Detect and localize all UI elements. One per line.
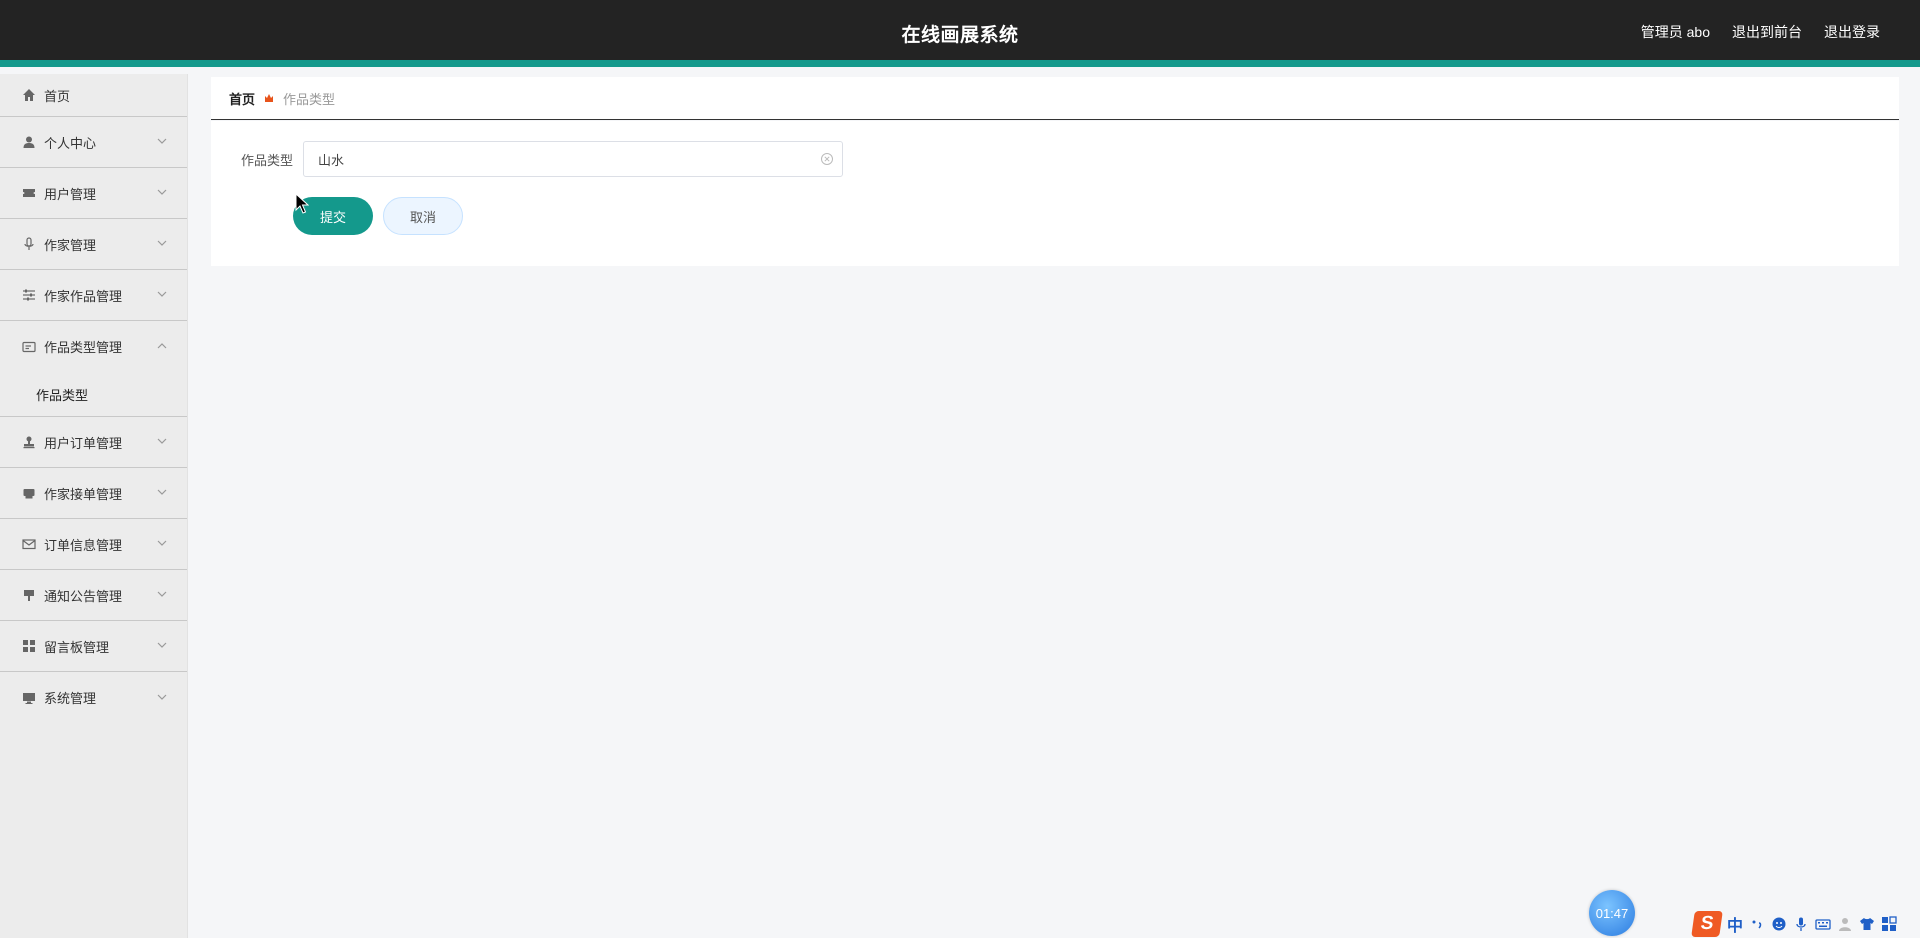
microphone-icon xyxy=(22,237,36,251)
sidebar-item-label: 作家接单管理 xyxy=(44,486,123,502)
header-links: 管理员 abo 退出到前台 退出登录 xyxy=(1641,22,1880,42)
sidebar-item-label: 首页 xyxy=(44,88,71,104)
clear-icon[interactable] xyxy=(820,152,834,166)
top-header: 在线画展系统 管理员 abo 退出到前台 退出登录 xyxy=(0,0,1920,67)
user-icon[interactable] xyxy=(1837,916,1853,932)
ime-toolbar: S 中 xyxy=(1691,910,1920,938)
form-actions: 提交 取消 xyxy=(293,197,463,235)
chevron-down-icon xyxy=(157,642,167,648)
sidebar-item-notice-management[interactable]: 通知公告管理 xyxy=(0,570,187,621)
punctuation-icon[interactable] xyxy=(1749,916,1765,932)
chevron-down-icon xyxy=(157,489,167,495)
ticket-icon xyxy=(22,186,36,200)
card-icon xyxy=(22,340,36,354)
chevron-down-icon xyxy=(157,240,167,246)
chevron-down-icon xyxy=(157,189,167,195)
sidebar-item-message-board-management[interactable]: 留言板管理 xyxy=(0,621,187,672)
logout-link[interactable]: 退出登录 xyxy=(1824,22,1880,42)
stamp-icon xyxy=(22,435,36,449)
sidebar-item-user-management[interactable]: 用户管理 xyxy=(0,168,187,219)
sidebar-item-author-management[interactable]: 作家管理 xyxy=(0,219,187,270)
skin-shirt-icon[interactable] xyxy=(1859,916,1875,932)
ime-language-indicator[interactable]: 中 xyxy=(1727,912,1743,936)
sidebar-item-home[interactable]: 首页 xyxy=(0,74,187,117)
chevron-up-icon xyxy=(157,342,167,348)
sidebar-item-user-order-management[interactable]: 用户订单管理 xyxy=(0,417,187,468)
breadcrumb-separator-icon xyxy=(263,92,275,104)
sidebar-item-label: 订单信息管理 xyxy=(44,537,123,553)
sidebar-subitem-label: 作品类型 xyxy=(36,387,89,403)
chevron-down-icon xyxy=(157,438,167,444)
microphone-icon[interactable] xyxy=(1793,916,1809,932)
sidebar-item-work-type-management[interactable]: 作品类型管理 xyxy=(0,321,187,372)
mouse-cursor-icon xyxy=(295,193,309,214)
home-icon xyxy=(22,88,36,102)
timer-badge[interactable]: 01:47 xyxy=(1589,890,1635,936)
sidebar-item-label: 个人中心 xyxy=(44,135,97,151)
sidebar-item-label: 通知公告管理 xyxy=(44,588,123,604)
mail-icon xyxy=(22,537,36,551)
sliders-icon xyxy=(22,288,36,302)
grid-icon xyxy=(22,639,36,653)
work-type-form-row: 作品类型 xyxy=(231,141,843,177)
sidebar-item-author-works-management[interactable]: 作家作品管理 xyxy=(0,270,187,321)
keyboard-icon[interactable] xyxy=(1815,916,1831,932)
work-type-input-wrapper xyxy=(303,141,843,177)
sogou-logo-icon[interactable]: S xyxy=(1691,911,1723,937)
work-type-label: 作品类型 xyxy=(240,152,293,168)
printer-icon xyxy=(22,486,36,500)
cancel-button[interactable]: 取消 xyxy=(383,197,463,235)
form-card: 作品类型 提交 取消 xyxy=(211,121,1899,266)
sidebar-item-label: 作家作品管理 xyxy=(44,288,123,304)
person-icon xyxy=(22,135,36,149)
notice-icon xyxy=(22,588,36,602)
sidebar-item-author-order-management[interactable]: 作家接单管理 xyxy=(0,468,187,519)
sidebar: 首页 个人中心 用户管理 作家管理 作家作品管理 作品类型管理 作品类型 用户订… xyxy=(0,74,188,938)
chevron-down-icon xyxy=(157,540,167,546)
toolbox-grid-icon[interactable] xyxy=(1881,916,1897,932)
sidebar-item-personal-center[interactable]: 个人中心 xyxy=(0,117,187,168)
chevron-down-icon xyxy=(157,694,167,700)
back-to-frontend-link[interactable]: 退出到前台 xyxy=(1732,22,1802,42)
sidebar-item-label: 用户订单管理 xyxy=(44,435,123,451)
breadcrumb-current: 作品类型 xyxy=(283,91,336,107)
chevron-down-icon xyxy=(157,591,167,597)
sidebar-item-label: 作品类型管理 xyxy=(44,340,123,355)
sidebar-item-label: 系统管理 xyxy=(44,691,97,706)
app-title: 在线画展系统 xyxy=(901,25,1019,46)
sidebar-item-system-management[interactable]: 系统管理 xyxy=(0,672,187,723)
emoji-icon[interactable] xyxy=(1771,916,1787,932)
chevron-down-icon xyxy=(157,291,167,297)
monitor-icon xyxy=(22,691,36,705)
sidebar-item-order-info-management[interactable]: 订单信息管理 xyxy=(0,519,187,570)
breadcrumb: 首页 作品类型 xyxy=(211,77,1899,120)
work-type-input[interactable] xyxy=(304,142,842,176)
admin-user-link[interactable]: 管理员 abo xyxy=(1641,22,1710,42)
sidebar-item-label: 用户管理 xyxy=(44,186,97,202)
breadcrumb-home[interactable]: 首页 xyxy=(229,89,255,108)
sidebar-item-label: 作家管理 xyxy=(44,237,97,253)
sidebar-subitem-work-type[interactable]: 作品类型 xyxy=(0,372,187,417)
sidebar-item-label: 留言板管理 xyxy=(44,639,110,655)
chevron-down-icon xyxy=(157,138,167,144)
